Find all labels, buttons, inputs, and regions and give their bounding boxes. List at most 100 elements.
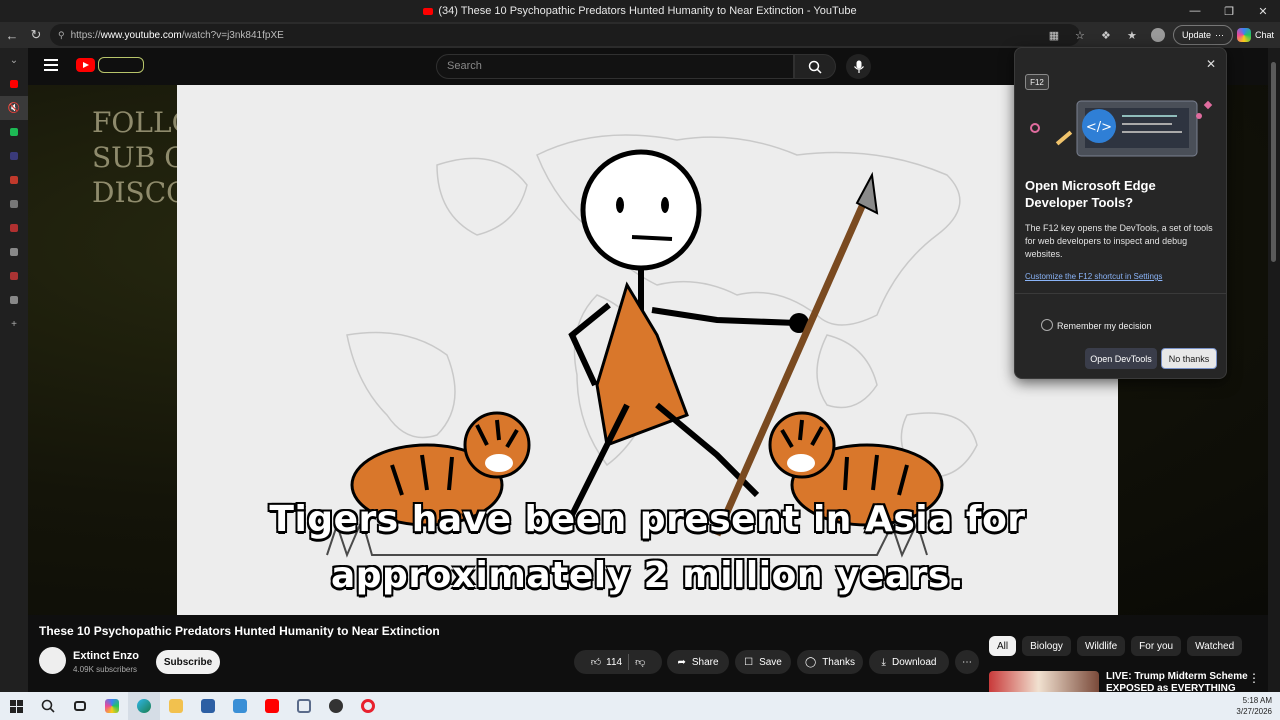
more-actions-button[interactable]: ⋯ <box>955 650 979 674</box>
edge-taskbar-icon[interactable] <box>128 692 160 720</box>
search-button[interactable] <box>794 54 836 79</box>
dislike-button[interactable]: 👎︎ <box>635 656 645 668</box>
mail-icon[interactable] <box>224 692 256 720</box>
edge-vertical-tabs: ⌄ 🔇 + <box>0 48 28 692</box>
voice-search-button[interactable] <box>846 54 871 79</box>
back-icon[interactable]: ← <box>0 23 24 47</box>
search-icon <box>808 60 822 74</box>
like-count: 114 <box>606 656 623 668</box>
video-title: These 10 Psychopathic Predators Hunted H… <box>39 624 440 638</box>
profile-icon[interactable] <box>1147 24 1169 46</box>
caption-line-1: Tigers have been present in Asia for <box>269 499 1026 540</box>
download-icon: ⤓ <box>881 656 886 668</box>
tab-muted-audio[interactable]: 🔇 <box>0 96 28 120</box>
svg-text:</>: </> <box>1086 120 1112 135</box>
chip-for-you[interactable]: For you <box>1131 636 1182 656</box>
recommended-video-title[interactable]: LIVE: Trump Midterm Scheme EXPOSED as EV… <box>1106 671 1256 692</box>
update-label: Update <box>1181 30 1211 40</box>
chip-wildlife[interactable]: Wildlife <box>1076 636 1126 656</box>
window-controls: — ❐ ✕ <box>1178 0 1280 22</box>
copilot-chat-button[interactable]: Chat <box>1236 28 1274 42</box>
open-devtools-button[interactable]: Open DevTools <box>1085 348 1157 369</box>
system-clock[interactable]: 5:18 AM 3/27/2026 <box>1236 695 1272 717</box>
copilot-icon <box>1236 28 1251 42</box>
windows-start-icon[interactable] <box>0 692 32 720</box>
tab-4[interactable] <box>0 168 28 192</box>
address-bar-row: ← ↻ ⚲ https://www.youtube.com/watch?v=j3… <box>0 22 1280 48</box>
like-button[interactable]: 👍︎ 114 <box>590 656 623 669</box>
clock-time: 5:18 AM <box>1242 696 1272 705</box>
recommended-video-thumbnail[interactable] <box>989 671 1099 692</box>
devtools-dialog: ✕ F12 </> Open Microsoft Edge Developer … <box>1014 47 1227 379</box>
thanks-icon: ◯ <box>805 656 817 668</box>
remember-decision-label[interactable]: Remember my decision <box>1057 321 1152 331</box>
copilot-taskbar-icon[interactable] <box>96 692 128 720</box>
refresh-icon[interactable]: ↻ <box>24 23 48 47</box>
page-scrollbar[interactable] <box>1268 48 1280 692</box>
remember-decision-radio[interactable] <box>1041 319 1053 331</box>
chip-watched[interactable]: Watched <box>1187 636 1243 656</box>
url-field[interactable]: ⚲ https://www.youtube.com/watch?v=j3nk84… <box>50 24 1080 46</box>
restore-icon[interactable]: ❐ <box>1212 0 1246 22</box>
tab-youtube[interactable] <box>0 72 28 96</box>
url-host: www.youtube.com <box>100 29 182 41</box>
share-button[interactable]: ➦ Share <box>667 650 729 674</box>
save-button[interactable]: ☐ Save <box>735 650 791 674</box>
recommended-more-icon[interactable]: ⋮ <box>1248 671 1260 685</box>
app-available-icon[interactable]: ▦ <box>1043 24 1065 46</box>
youtube-doodle-logo[interactable] <box>98 57 144 73</box>
tab-6[interactable] <box>0 216 28 240</box>
share-icon: ➦ <box>677 656 686 668</box>
calculator-icon[interactable] <box>192 692 224 720</box>
search-input[interactable]: Search <box>436 54 794 79</box>
download-button[interactable]: ⤓ Download <box>869 650 949 674</box>
recommendation-chips: All Biology Wildlife For you Watched <box>989 636 1243 656</box>
tab-3[interactable] <box>0 144 28 168</box>
share-label: Share <box>691 656 719 668</box>
extensions-icon[interactable]: ❖ <box>1095 24 1117 46</box>
tab-7[interactable] <box>0 240 28 264</box>
channel-avatar[interactable] <box>39 647 66 674</box>
caption-line-2: approximately 2 million years. <box>330 555 965 596</box>
search-taskbar-icon[interactable] <box>32 692 64 720</box>
update-button[interactable]: Update ⋯ <box>1172 25 1233 45</box>
favorite-star-icon[interactable]: ☆ <box>1069 24 1091 46</box>
bookmark-icon: ☐ <box>744 656 754 668</box>
menu-icon[interactable] <box>44 59 58 71</box>
thanks-button[interactable]: ◯ Thanks <box>797 650 863 674</box>
close-window-icon[interactable]: ✕ <box>1246 0 1280 22</box>
download-label: Download <box>891 656 937 668</box>
window-title: (34) These 10 Psychopathic Predators Hun… <box>438 5 857 17</box>
thumbs-up-icon: 👍︎ <box>590 657 602 668</box>
new-tab-icon[interactable]: + <box>0 312 28 336</box>
channel-name[interactable]: Extinct Enzo <box>73 650 139 662</box>
no-thanks-button[interactable]: No thanks <box>1161 348 1217 369</box>
tab-5[interactable] <box>0 192 28 216</box>
windows-taskbar: 5:18 AM 3/27/2026 <box>0 692 1280 720</box>
minimize-icon[interactable]: — <box>1178 0 1212 22</box>
opera-taskbar-icon[interactable] <box>352 692 384 720</box>
dialog-description: The F12 key opens the DevTools, a set of… <box>1025 223 1213 259</box>
close-icon[interactable]: ✕ <box>1206 57 1216 71</box>
scrollbar-thumb[interactable] <box>1271 62 1276 262</box>
more-dots-icon: ⋯ <box>1214 29 1224 40</box>
subscribe-button[interactable]: Subscribe <box>156 650 220 674</box>
task-view-icon[interactable] <box>64 692 96 720</box>
url-path: /watch?v=j3nk841fpXE <box>181 29 284 41</box>
app-taskbar-icon[interactable] <box>320 692 352 720</box>
channel-subscribers: 4.09K subscribers <box>73 665 138 674</box>
favorites-icon[interactable]: ★ <box>1121 24 1143 46</box>
tab-9[interactable] <box>0 288 28 312</box>
snipping-tool-icon[interactable] <box>288 692 320 720</box>
youtube-taskbar-icon[interactable] <box>256 692 288 720</box>
tab-8[interactable] <box>0 264 28 288</box>
tabs-collapse-icon[interactable]: ⌄ <box>0 48 28 72</box>
tab-2[interactable] <box>0 120 28 144</box>
video-caption: Tigers have been present in Asia for app… <box>177 492 1118 604</box>
customize-shortcut-link[interactable]: Customize the F12 shortcut in Settings <box>1025 272 1162 281</box>
chip-all[interactable]: All <box>989 636 1017 656</box>
chat-label: Chat <box>1254 30 1274 40</box>
youtube-logo-icon[interactable] <box>76 58 95 72</box>
file-explorer-icon[interactable] <box>160 692 192 720</box>
chip-biology[interactable]: Biology <box>1022 636 1071 656</box>
